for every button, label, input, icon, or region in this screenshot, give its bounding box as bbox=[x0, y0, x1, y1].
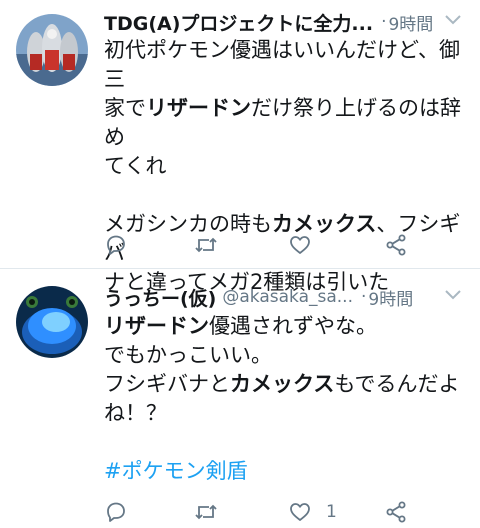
reply-icon bbox=[107, 235, 125, 255]
like-count: 1 bbox=[326, 502, 337, 522]
chevron-down-icon[interactable] bbox=[444, 14, 462, 26]
tweet-text-line: でもかっこいい。 bbox=[104, 341, 466, 370]
retweet-icon bbox=[195, 504, 217, 520]
text-segment: てくれ bbox=[104, 154, 167, 178]
like-icon bbox=[290, 236, 310, 254]
like-button[interactable]: 1 bbox=[288, 497, 337, 527]
hashtag-link[interactable]: #ポケモン剣盾 bbox=[104, 459, 248, 483]
tweet-text-line: ね！？ bbox=[104, 399, 466, 428]
tweet-header: TDG(A)プロジェクトに全力... · 9時間 bbox=[104, 8, 468, 36]
tweet-text-line: 家でリザードンだけ祭り上げるのは辞め bbox=[104, 94, 466, 152]
tweet-text-line: てくれ bbox=[104, 152, 466, 181]
highlighted-keyword: カメックス bbox=[230, 372, 335, 396]
share-icon bbox=[386, 501, 406, 523]
username-handle[interactable]: @akasaka_sa... bbox=[222, 287, 353, 307]
tweet-text: リザードン優遇されずやな。 でもかっこいい。 フシギバナとカメックスもでるんだよ ね！… bbox=[104, 312, 466, 486]
timestamp[interactable]: 9時間 bbox=[368, 285, 413, 310]
text-segment: 優遇されずやな。 bbox=[209, 314, 377, 338]
share-icon bbox=[386, 234, 406, 256]
tweet-actions: 1 bbox=[104, 497, 414, 527]
text-segment: 初代ポケモン優遇はいいんだけど、御三 bbox=[104, 38, 460, 91]
display-name[interactable]: TDG(A)プロジェクトに全力... bbox=[104, 9, 373, 36]
tweet-header: うっちー(仮) @akasaka_sa... · 9時間 bbox=[104, 283, 468, 311]
text-segment: ね！？ bbox=[104, 401, 167, 425]
tweet-text-line: フシギバナとカメックスもでるんだよ bbox=[104, 370, 466, 399]
separator-dot: · bbox=[381, 12, 387, 32]
text-segment: でもかっこいい。 bbox=[104, 343, 272, 367]
like-icon bbox=[290, 503, 310, 521]
retweet-button[interactable] bbox=[194, 230, 218, 260]
text-segment: 家で bbox=[104, 96, 146, 120]
timestamp[interactable]: 9時間 bbox=[388, 10, 433, 35]
reply-button[interactable] bbox=[104, 497, 128, 527]
tweet-text-line: #ポケモン剣盾 bbox=[104, 457, 466, 486]
text-segment: フシギバナと bbox=[104, 372, 230, 396]
share-button[interactable] bbox=[384, 230, 408, 260]
chevron-down-icon[interactable] bbox=[444, 289, 462, 301]
highlighted-keyword: リザードン bbox=[104, 314, 209, 338]
highlighted-keyword: リザードン bbox=[146, 96, 251, 120]
reply-icon bbox=[107, 502, 125, 522]
retweet-button[interactable] bbox=[194, 497, 218, 527]
retweet-icon bbox=[195, 237, 217, 253]
tweet-text-line: 初代ポケモン優遇はいいんだけど、御三 bbox=[104, 36, 466, 94]
reply-button[interactable] bbox=[104, 230, 128, 260]
tweet-actions bbox=[104, 230, 414, 260]
text-segment: もでるんだよ bbox=[334, 372, 460, 396]
like-button[interactable] bbox=[288, 230, 312, 260]
tweet-text-line: リザードン優遇されずやな。 bbox=[104, 312, 466, 341]
separator-dot: · bbox=[360, 287, 367, 307]
tweet[interactable]: TDG(A)プロジェクトに全力... · 9時間 初代ポケモン優遇はいいんだけど… bbox=[0, 0, 480, 294]
avatar[interactable] bbox=[16, 14, 88, 86]
display-name[interactable]: うっちー(仮) bbox=[104, 284, 216, 311]
tweet[interactable]: うっちー(仮) @akasaka_sa... · 9時間 リザードン優遇されずや… bbox=[0, 268, 480, 528]
share-button[interactable] bbox=[384, 497, 408, 527]
avatar[interactable] bbox=[16, 286, 88, 358]
